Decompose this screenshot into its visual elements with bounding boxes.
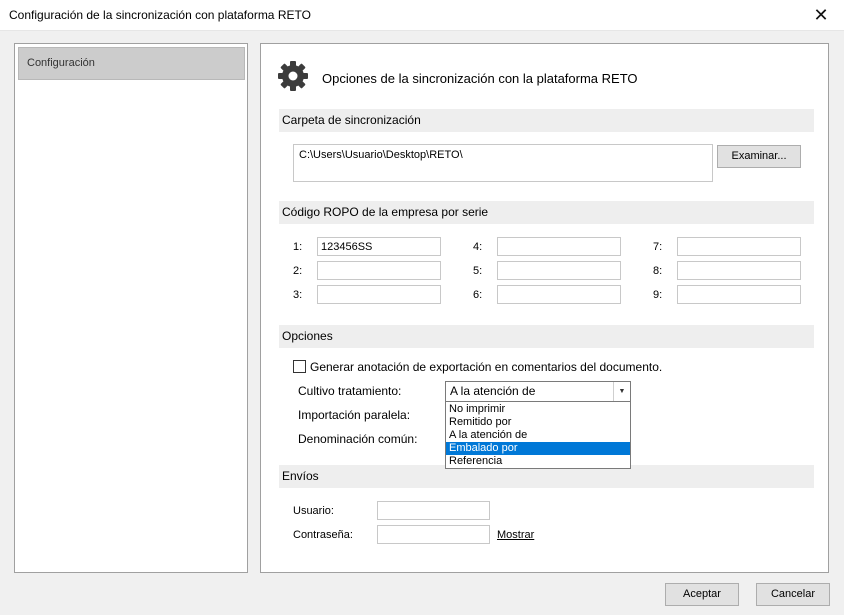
ropo-input-9[interactable] xyxy=(677,285,801,304)
sidebar-item-label: Configuración xyxy=(27,57,95,69)
dropdown-option-no-imprimir[interactable]: No imprimir xyxy=(446,403,630,416)
sync-folder-path-text: C:\Users\Usuario\Desktop\RETO\ xyxy=(299,149,463,161)
ropo-input-1[interactable] xyxy=(317,237,441,256)
ropo-label-1: 1: xyxy=(293,241,303,253)
dropdown-option-a-la-atencion-de[interactable]: A la atención de xyxy=(446,429,630,442)
denominacion-label: Denominación común: xyxy=(298,432,418,446)
section-header-opciones: Opciones xyxy=(279,325,814,348)
page-title: Opciones de la sincronización con la pla… xyxy=(322,71,638,86)
ropo-input-2[interactable] xyxy=(317,261,441,280)
ropo-input-6[interactable] xyxy=(497,285,621,304)
section-header-ropo: Código ROPO de la empresa por serie xyxy=(279,201,814,224)
section-header-carpeta: Carpeta de sincronización xyxy=(279,109,814,132)
cultivo-select-value: A la atención de xyxy=(450,384,536,398)
accept-button[interactable]: Aceptar xyxy=(665,583,739,606)
export-annotation-label: Generar anotación de exportación en come… xyxy=(310,360,663,374)
cultivo-dropdown-list: No imprimir Remitido por A la atención d… xyxy=(445,401,631,469)
ropo-input-5[interactable] xyxy=(497,261,621,280)
password-label: Contraseña: xyxy=(293,529,353,541)
close-button[interactable]: ✕ xyxy=(798,0,844,31)
password-input[interactable] xyxy=(377,525,490,544)
ropo-label-9: 9: xyxy=(653,289,663,301)
sync-folder-path[interactable]: C:\Users\Usuario\Desktop\RETO\ xyxy=(293,144,713,182)
close-icon: ✕ xyxy=(813,5,829,25)
ropo-label-6: 6: xyxy=(473,289,483,301)
ropo-label-2: 2: xyxy=(293,265,303,277)
cancel-button[interactable]: Cancelar xyxy=(756,583,830,606)
ropo-input-8[interactable] xyxy=(677,261,801,280)
dropdown-option-remitido-por[interactable]: Remitido por xyxy=(446,416,630,429)
ropo-label-5: 5: xyxy=(473,265,483,277)
usuario-input[interactable] xyxy=(377,501,490,520)
show-password-link[interactable]: Mostrar xyxy=(497,529,534,541)
ropo-input-4[interactable] xyxy=(497,237,621,256)
usuario-label: Usuario: xyxy=(293,505,334,517)
ropo-input-3[interactable] xyxy=(317,285,441,304)
ropo-label-3: 3: xyxy=(293,289,303,301)
cultivo-select[interactable]: A la atención de ▼ xyxy=(445,381,631,402)
dropdown-option-referencia[interactable]: Referencia xyxy=(446,455,630,468)
chevron-down-icon[interactable]: ▼ xyxy=(613,382,630,401)
window-title: Configuración de la sincronización con p… xyxy=(9,8,311,22)
main-panel: Opciones de la sincronización con la pla… xyxy=(260,43,829,573)
dropdown-option-embalado-por[interactable]: Embalado por xyxy=(446,442,630,455)
importacion-label: Importación paralela: xyxy=(298,408,411,422)
ropo-label-8: 8: xyxy=(653,265,663,277)
ropo-input-7[interactable] xyxy=(677,237,801,256)
browse-button[interactable]: Examinar... xyxy=(717,145,801,168)
sidebar: Configuración xyxy=(14,43,248,573)
gear-icon xyxy=(278,61,308,91)
ropo-label-4: 4: xyxy=(473,241,483,253)
ropo-label-7: 7: xyxy=(653,241,663,253)
sidebar-item-configuracion[interactable]: Configuración xyxy=(18,47,245,80)
title-bar: Configuración de la sincronización con p… xyxy=(0,0,844,31)
cultivo-label: Cultivo tratamiento: xyxy=(298,384,402,398)
export-annotation-checkbox[interactable] xyxy=(293,360,306,373)
